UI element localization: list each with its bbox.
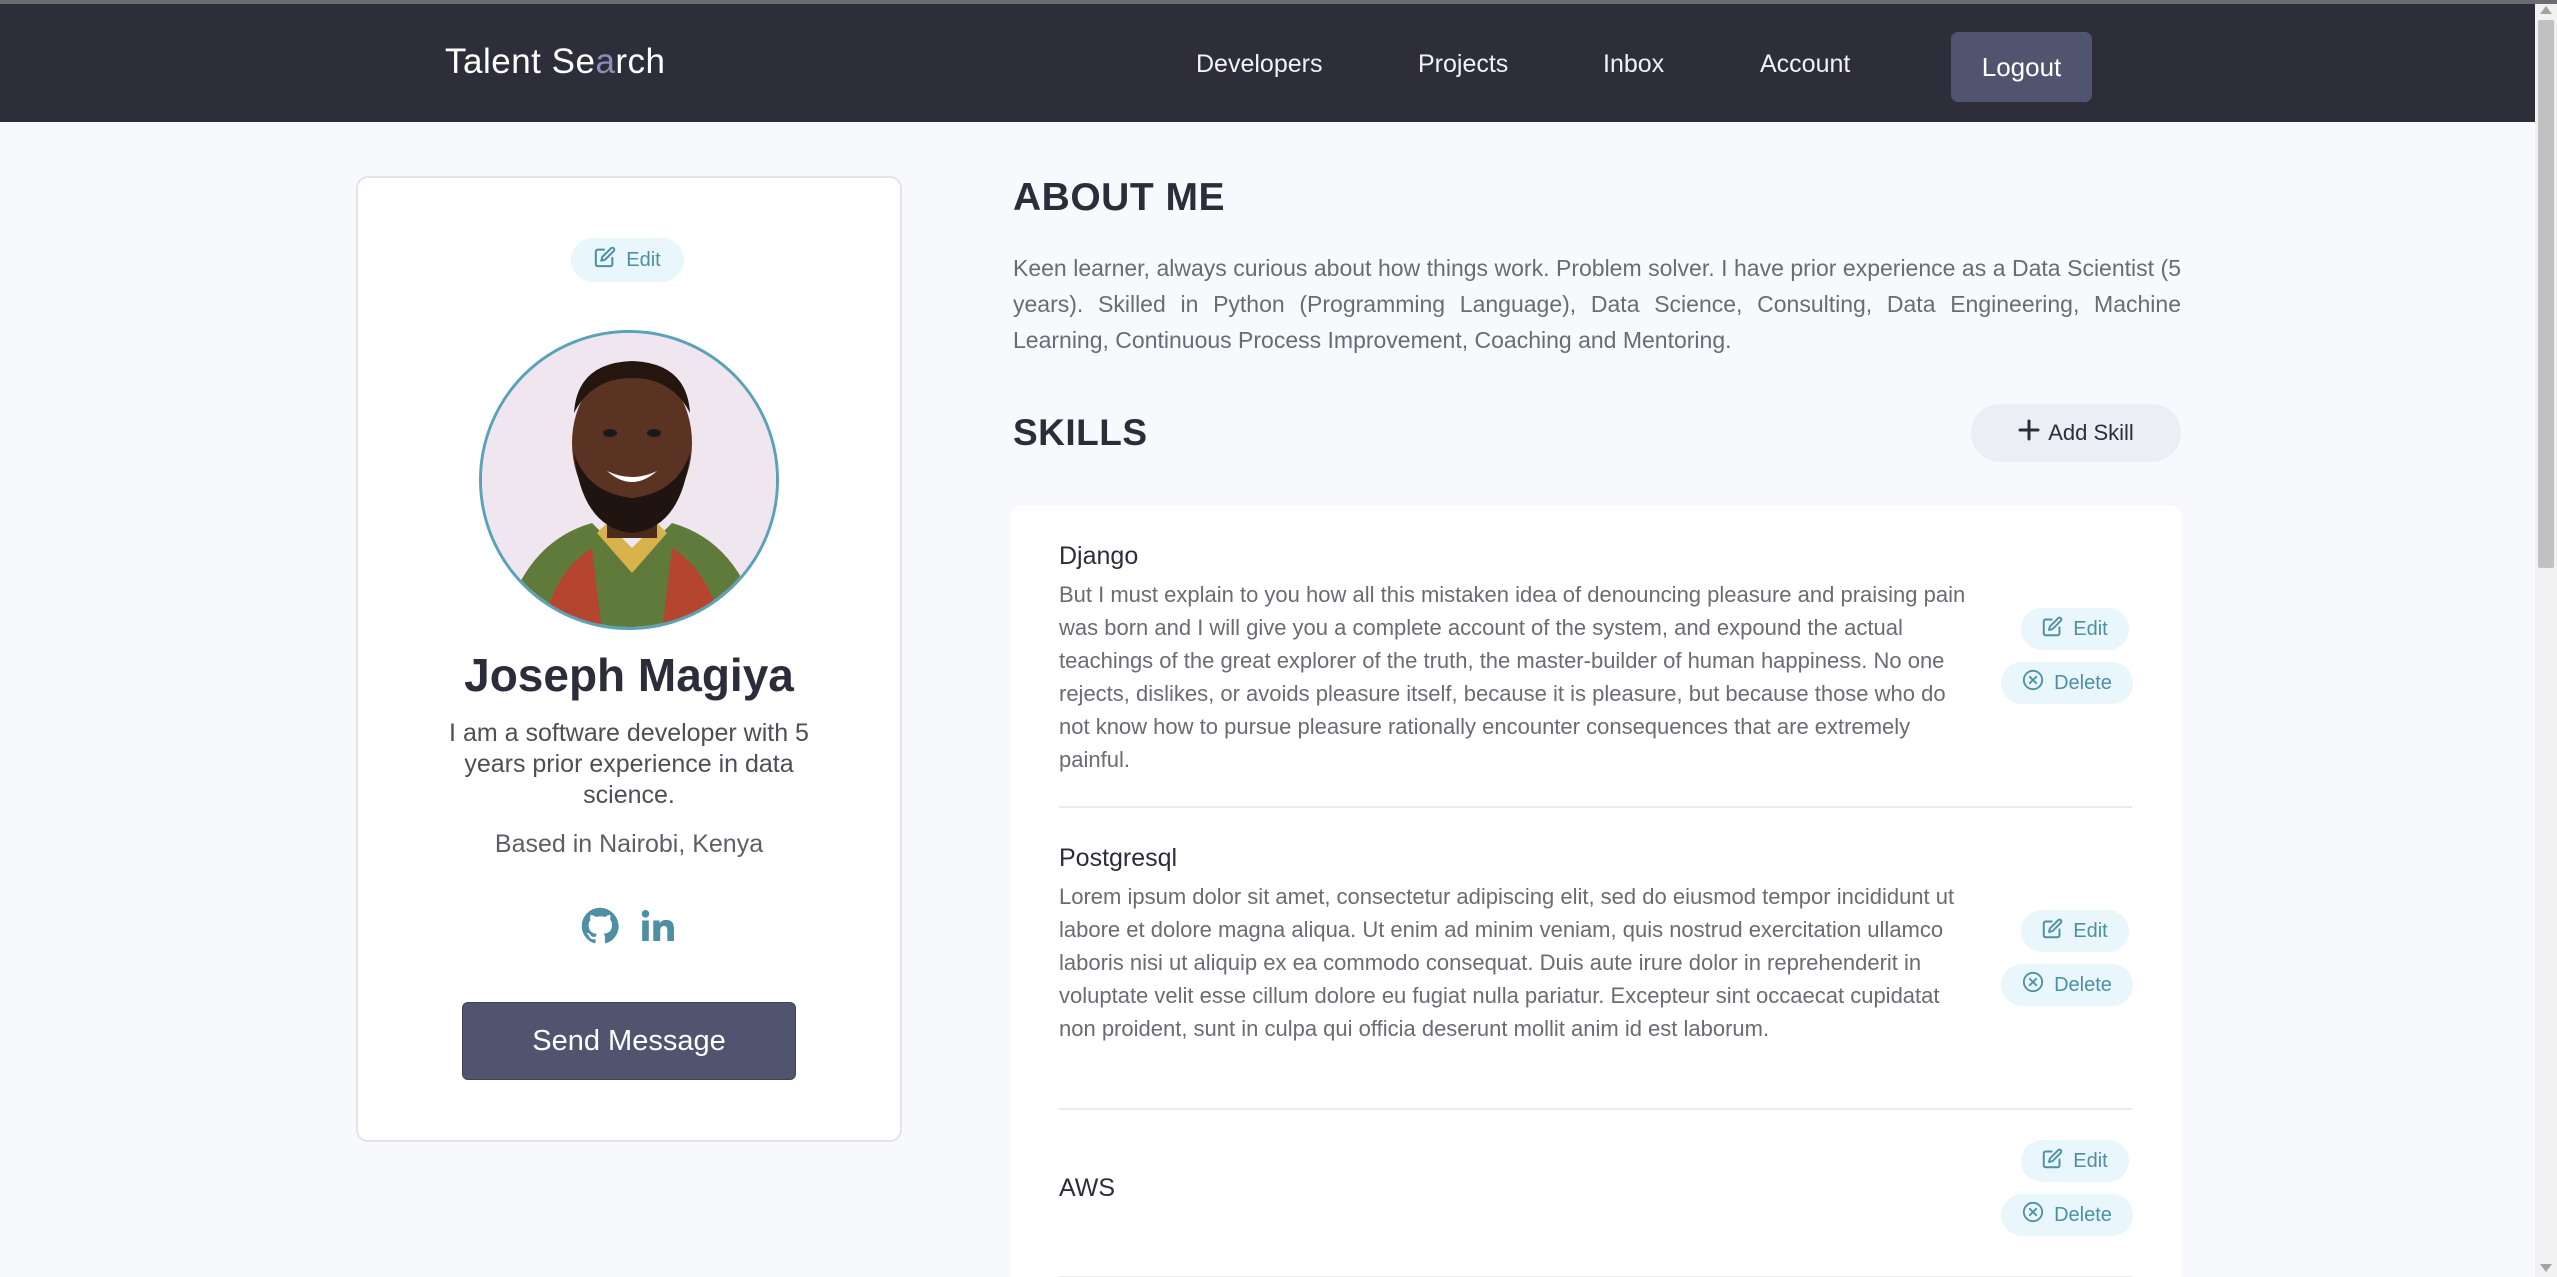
edit-skill-button[interactable]: Edit [2021,910,2129,952]
avatar [479,330,779,630]
edit-label: Edit [2073,1149,2108,1172]
about-text: Keen learner, always curious about how t… [1013,255,2181,353]
logout-button[interactable]: Logout [1951,32,2092,102]
profile-name: Joseph Magiya [464,649,794,701]
skill-item: Postgresql Lorem ipsum dolor sit amet, c… [1059,808,2133,1110]
delete-label: Delete [2054,671,2112,694]
about-title: ABOUT ME [1013,176,1225,219]
skill-description: Lorem ipsum dolor sit amet, consectetur … [1059,884,1955,1041]
profile-card: Edit Joseph Magiya I am a software devel… [356,176,902,1142]
delete-skill-button[interactable]: Delete [2001,662,2133,704]
skill-name: Django [1059,542,1139,570]
scrollbar-thumb[interactable] [2538,20,2554,568]
edit-label: Edit [626,248,661,271]
send-message-button[interactable]: Send Message [462,1002,796,1080]
skills-title: SKILLS [1013,412,1148,453]
nav-link-projects[interactable]: Projects [1418,50,1508,79]
edit-profile-button[interactable]: Edit [571,238,684,282]
close-circle-icon [2022,1201,2044,1229]
delete-skill-button[interactable]: Delete [2001,1194,2133,1236]
edit-skill-button[interactable]: Edit [2021,1140,2129,1182]
magnifier-icon: a [595,42,616,81]
social-links [358,906,900,946]
nav-link-inbox[interactable]: Inbox [1603,50,1664,79]
skill-item: Django But I must explain to you how all… [1059,506,2133,808]
scroll-down-arrow-icon[interactable] [2540,1264,2552,1272]
add-skill-label: Add Skill [2048,420,2134,445]
profile-bio: I am a software developer with 5 years p… [449,719,809,809]
delete-label: Delete [2054,973,2112,996]
add-skill-button[interactable]: Add Skill [1971,404,2181,462]
skill-name: AWS [1059,1174,1116,1202]
skill-name: Postgresql [1059,844,1178,872]
edit-label: Edit [2073,919,2108,942]
plus-icon [2018,419,2040,447]
nav-link-developers[interactable]: Developers [1196,50,1322,79]
linkedin-icon[interactable] [638,906,678,946]
navbar: Talent Search Developers Projects Inbox … [0,4,2535,122]
scroll-up-arrow-icon[interactable] [2540,6,2552,14]
skill-item: AWS Edit Delete [1059,1110,2133,1277]
edit-skill-button[interactable]: Edit [2021,608,2129,650]
github-icon[interactable] [580,906,620,946]
delete-label: Delete [2054,1203,2112,1226]
edit-icon [2042,1148,2063,1175]
skills-list: Django But I must explain to you how all… [1011,506,2181,1277]
edit-label: Edit [2073,617,2108,640]
site-logo[interactable]: Talent Search [445,42,666,82]
nav-link-account[interactable]: Account [1760,50,1850,79]
skill-description: But I must explain to you how all this m… [1059,582,1966,772]
close-circle-icon [2022,971,2044,999]
edit-icon [2042,918,2063,945]
close-circle-icon [2022,669,2044,697]
profile-location: Based in Nairobi, Kenya [494,830,764,858]
edit-icon [2042,616,2063,643]
delete-skill-button[interactable]: Delete [2001,964,2133,1006]
edit-icon [594,246,616,274]
